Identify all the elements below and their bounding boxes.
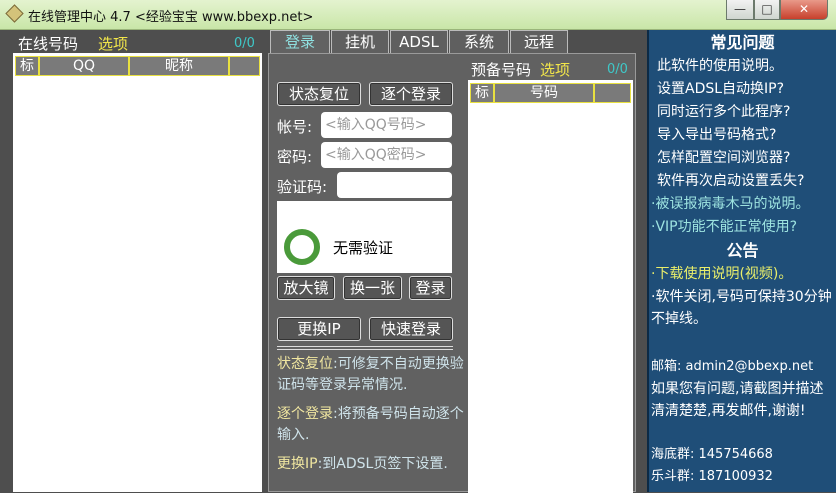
title-bar: 在线管理中心 4.7 <经验宝宝 www.bbexp.net> — □ ✕ [0,0,836,30]
col-more[interactable]: at [230,57,238,75]
note-change-ip: 更换IP:到ADSL页签下设置. [277,454,477,475]
note-text: :到ADSL页签下设置. [317,456,448,472]
magnifier-button[interactable]: 放大镜 [277,276,335,300]
captcha-status: 无需验证 [333,239,394,257]
faq-link[interactable]: 此软件的使用说明。 [649,55,836,78]
note-key: 更换IP [277,456,318,472]
faq-link[interactable]: 导入导出号码格式? [649,124,836,147]
password-label: 密码: [277,148,313,166]
col-number[interactable]: 号码 [495,84,595,102]
faq-link[interactable]: ·VIP功能不能正常使用? [649,216,836,239]
contact-text: 如果您有问题,请截图并描述清清楚楚,再发邮件,谢谢! [651,381,824,419]
faq-link[interactable]: 设置ADSL自动换IP? [649,78,836,101]
quick-login-button[interactable]: 快速登录 [369,317,453,341]
captcha-input[interactable] [337,172,452,198]
password-input[interactable]: <输入QQ密码> [321,142,452,168]
reserve-title: 预备号码 [471,61,532,79]
captcha-label: 验证码: [277,178,328,196]
online-list-header: 标 QQ 昵称 at [15,56,260,76]
reserve-options-link[interactable]: 选项 [540,59,570,80]
online-title: 在线号码 [18,35,79,53]
reserve-list-header: 标 号码 at [470,83,631,103]
tab-system[interactable]: 系统 [449,30,509,54]
col-mark[interactable]: 标 [16,57,40,75]
refresh-captcha-button[interactable]: 换一张 [343,276,402,300]
qq-group-2: 乐斗群: 187100932 [651,469,773,484]
reserve-list[interactable]: 标 号码 at [468,80,633,493]
reset-status-button[interactable]: 状态复位 [277,82,361,106]
close-button[interactable]: ✕ [780,0,828,20]
col-mark[interactable]: 标 [471,84,495,102]
minimize-button[interactable]: — [726,0,754,20]
note-key: 逐个登录 [277,406,333,422]
online-options-link[interactable]: 选项 [98,33,128,54]
faq-link[interactable]: 怎样配置空间浏览器? [649,147,836,170]
tab-adsl[interactable]: ADSL [390,30,448,54]
online-count: 0/0 [234,36,255,51]
change-ip-button[interactable]: 更换IP [277,317,361,341]
account-label: 帐号: [277,118,313,136]
login-tab-panel: 状态复位 逐个登录 帐号: <输入QQ号码> 密码: <输入QQ密码> 验证码:… [268,53,636,493]
one-by-one-login-button[interactable]: 逐个登录 [369,82,453,106]
tab-login[interactable]: 登录 [270,30,330,54]
qq-group-1: 海底群: 145754668 [651,447,773,462]
col-more[interactable]: at [595,84,603,102]
captcha-image-area: 无需验证 [277,201,452,273]
window-title: 在线管理中心 4.7 <经验宝宝 www.bbexp.net> [28,10,314,25]
faq-link[interactable]: ·被误报病毒木马的说明。 [649,193,836,216]
help-panel: 常见问题 此软件的使用说明。 设置ADSL自动换IP? 同时运行多个此程序? 导… [647,30,836,492]
faq-title: 常见问题 [710,33,775,52]
notice-download-link[interactable]: ·下载使用说明(视频)。 [649,263,836,286]
col-qq[interactable]: QQ [40,57,130,75]
faq-link[interactable]: 软件再次启动设置丢失? [649,170,836,193]
account-input[interactable]: <输入QQ号码> [321,112,452,138]
maximize-button[interactable]: □ [754,0,780,20]
tab-hangup[interactable]: 挂机 [331,30,389,54]
app-icon [5,4,24,23]
divider [277,346,453,350]
reserve-count: 0/0 [607,62,628,77]
online-list[interactable]: 标 QQ 昵称 at [13,53,262,492]
note-reset: 状态复位:可修复不自动更换验证码等登录异常情况. [277,354,467,396]
login-button[interactable]: 登录 [409,276,452,300]
notice-title: 公告 [726,241,759,260]
status-ring-icon [284,229,320,265]
email: 邮箱: admin2@bbexp.net [651,359,814,374]
faq-link[interactable]: 同时运行多个此程序? [649,101,836,124]
notice-text: ·软件关闭,号码可保持30分钟不掉线。 [651,289,832,327]
col-nickname[interactable]: 昵称 [130,57,230,75]
note-one-by-one: 逐个登录:将预备号码自动逐个输入. [277,404,467,446]
tab-remote[interactable]: 远程 [510,30,568,54]
note-key: 状态复位 [277,356,333,372]
